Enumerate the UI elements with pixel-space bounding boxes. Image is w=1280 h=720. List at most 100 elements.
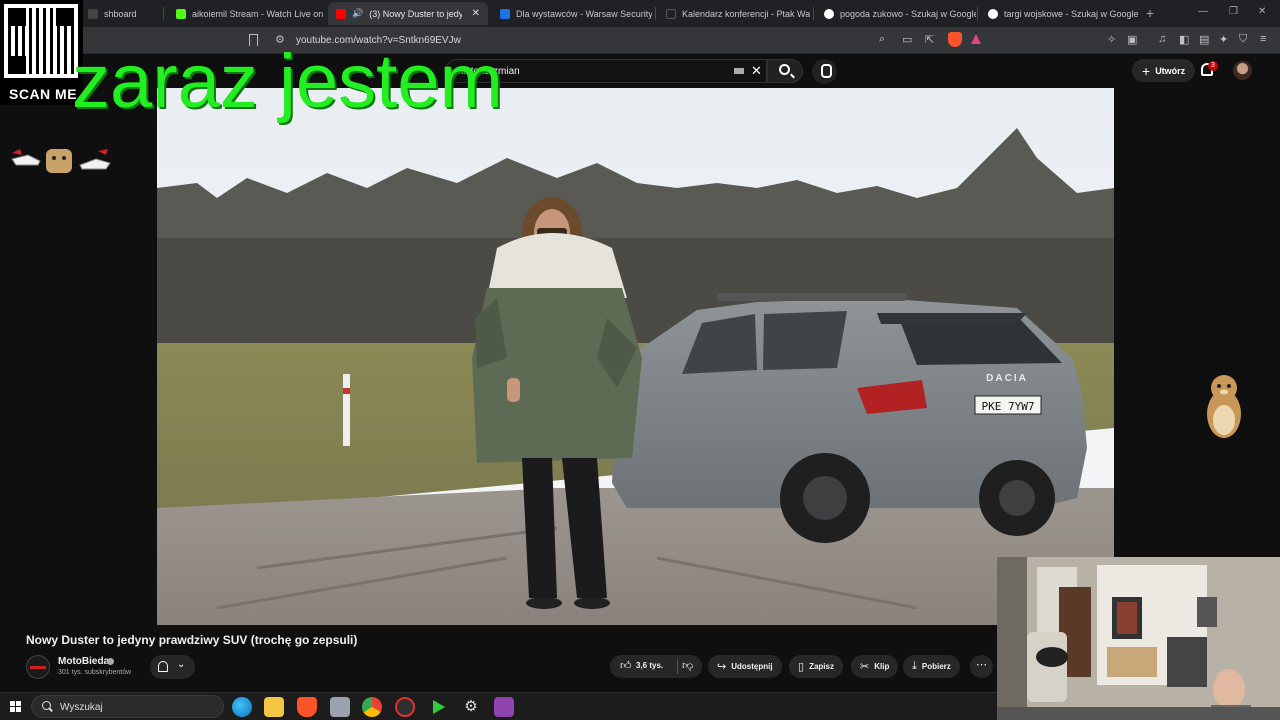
youtube-search-button[interactable] bbox=[767, 59, 803, 83]
car-badge-text: DACIA bbox=[986, 373, 1028, 384]
youtube-favicon-icon bbox=[336, 8, 346, 19]
audio-playing-icon: 🔊 bbox=[352, 8, 364, 18]
like-count[interactable]: 3,6 tys. bbox=[636, 661, 663, 670]
create-label: Utwórz bbox=[1155, 65, 1186, 76]
kick-favicon-icon bbox=[176, 8, 186, 19]
save-icon: ▯ bbox=[798, 661, 805, 673]
clear-search-icon[interactable]: ✕ bbox=[751, 63, 762, 79]
minimize-icon[interactable]: — bbox=[1198, 6, 1208, 17]
video-title: Nowy Duster to jedyny prawdziwy SUV (tro… bbox=[26, 633, 358, 647]
media-controls-icon[interactable]: ♫ bbox=[1158, 33, 1166, 45]
tab-title: aikoiemil Stream - Watch Live on Kic bbox=[192, 8, 324, 19]
search-icon bbox=[779, 64, 790, 75]
keyboard-icon[interactable] bbox=[734, 68, 744, 74]
video-frame-image: PKE 7YW7 DACIA bbox=[157, 88, 1114, 625]
download-label: Pobierz bbox=[921, 662, 951, 671]
sidebar-icon[interactable]: ◧ bbox=[1179, 33, 1189, 46]
windows-start-icon[interactable] bbox=[10, 701, 22, 713]
leo-ai-icon[interactable]: ✦ bbox=[1219, 33, 1228, 46]
share-label: Udostępnij bbox=[731, 662, 773, 671]
tab-title: targi wojskowe - Szukaj w Google bbox=[1004, 8, 1139, 19]
share-icon: ↪ bbox=[717, 661, 727, 673]
plus-icon: + bbox=[1142, 62, 1151, 79]
wallet-icon[interactable]: ▤ bbox=[1199, 33, 1209, 46]
divider bbox=[677, 659, 678, 674]
like-dislike-group: 👍︎ 3,6 tys. 👎︎ bbox=[610, 655, 702, 678]
taskbar-search-input[interactable]: Wyszukaj bbox=[31, 695, 224, 718]
hamster-sticker-icon bbox=[1207, 375, 1241, 438]
tab-title: Dla wystawców - Warsaw Security & bbox=[516, 8, 652, 19]
tab-title: shboard bbox=[104, 8, 137, 19]
more-actions-icon[interactable]: ⋯ bbox=[970, 655, 993, 678]
notepad-icon[interactable] bbox=[330, 697, 350, 717]
browser-tab-strip: shboard aikoiemil Stream - Watch Live on… bbox=[0, 0, 1280, 27]
webcam-image bbox=[997, 557, 1280, 720]
obs-icon[interactable] bbox=[395, 697, 415, 717]
file-explorer-icon[interactable] bbox=[264, 697, 284, 717]
create-button[interactable]: + Utwórz bbox=[1132, 59, 1196, 82]
clip-button[interactable]: ✂ Klip bbox=[851, 655, 899, 678]
browser-tab[interactable]: targi wojskowe - Szukaj w Google bbox=[980, 2, 1140, 25]
subscriber-count: 301 tys. subskrybentów bbox=[58, 669, 132, 676]
vpn-icon[interactable]: ⛉ bbox=[1239, 33, 1247, 46]
edge-icon[interactable] bbox=[232, 697, 252, 717]
share-page-icon[interactable]: ⇱ bbox=[925, 33, 934, 46]
ptak-favicon-icon bbox=[666, 8, 676, 19]
restore-icon[interactable]: ❐ bbox=[1229, 6, 1238, 17]
save-label: Zapisz bbox=[809, 662, 834, 671]
webcam-overlay bbox=[997, 557, 1280, 720]
play-app-icon[interactable] bbox=[428, 697, 448, 717]
account-avatar[interactable] bbox=[1233, 61, 1252, 80]
voice-search-icon[interactable] bbox=[812, 59, 837, 84]
dislike-icon[interactable]: 👎︎ bbox=[682, 659, 693, 672]
browser-tab[interactable]: Dla wystawców - Warsaw Security & bbox=[492, 2, 652, 25]
tab-title: pogoda zukowo - Szukaj w Google bbox=[840, 8, 976, 19]
screenshot-icon[interactable]: ▣ bbox=[1127, 33, 1137, 46]
save-button[interactable]: ▯ Zapisz bbox=[789, 655, 843, 678]
subscription-bell-button[interactable]: ⌄ bbox=[150, 655, 195, 679]
close-tab-icon[interactable]: ✕ bbox=[472, 8, 480, 19]
browser-tab[interactable]: pogoda zukowo - Szukaj w Google bbox=[816, 2, 976, 25]
search-icon bbox=[42, 701, 51, 710]
browser-tab[interactable]: Kalendarz konferencji - Ptak Warsaw bbox=[658, 2, 810, 25]
notification-count-badge: 3 bbox=[1208, 61, 1218, 71]
brave-shields-icon[interactable] bbox=[948, 32, 962, 47]
chrome-icon[interactable] bbox=[362, 697, 382, 717]
browser-tab[interactable]: shboard bbox=[80, 2, 162, 25]
bell-icon bbox=[158, 661, 168, 672]
qr-code-overlay: SCAN ME bbox=[0, 0, 83, 105]
dashboard-favicon-icon bbox=[88, 8, 98, 19]
close-window-icon[interactable]: ✕ bbox=[1258, 6, 1266, 17]
settings-icon[interactable]: ⚙ bbox=[461, 697, 481, 717]
stream-caption-overlay: zaraz jestem bbox=[72, 39, 503, 124]
channel-avatar[interactable] bbox=[26, 655, 50, 679]
cast-icon[interactable]: ▭ bbox=[902, 33, 912, 46]
share-button[interactable]: ↪ Udostępnij bbox=[708, 655, 782, 678]
qr-code-image bbox=[4, 4, 78, 78]
license-plate-text: PKE 7YW7 bbox=[982, 400, 1035, 413]
brave-rewards-icon[interactable] bbox=[971, 34, 981, 44]
extensions-icon[interactable]: ✧ bbox=[1107, 33, 1116, 46]
like-icon[interactable]: 👍︎ bbox=[620, 659, 632, 672]
browser-tab[interactable]: aikoiemil Stream - Watch Live on Kic bbox=[168, 2, 324, 25]
tab-title: (3) Nowy Duster to jedyny pr bbox=[369, 8, 462, 19]
download-button[interactable]: ⤓ Pobierz bbox=[903, 655, 960, 678]
stream-tool-icon[interactable] bbox=[494, 697, 514, 717]
emote-sticker-icon bbox=[11, 149, 111, 173]
new-tab-icon[interactable]: + bbox=[1146, 5, 1154, 21]
google-favicon-icon bbox=[824, 8, 834, 19]
chevron-down-icon: ⌄ bbox=[177, 659, 186, 670]
verified-icon bbox=[107, 658, 114, 665]
windows-taskbar: Wyszukaj ⚙ bbox=[0, 692, 997, 720]
video-player[interactable]: PKE 7YW7 DACIA bbox=[157, 88, 1114, 625]
tab-title: Kalendarz konferencji - Ptak Warsaw bbox=[682, 8, 810, 19]
scan-me-label: SCAN ME bbox=[9, 86, 78, 102]
scissors-icon: ✂ bbox=[860, 661, 870, 673]
menu-icon[interactable]: ≡ bbox=[1260, 33, 1266, 45]
zoom-icon[interactable]: ⌕ bbox=[879, 33, 885, 46]
google-favicon-icon bbox=[988, 8, 998, 19]
brave-icon[interactable] bbox=[297, 697, 317, 717]
browser-tab-active[interactable]: 🔊 (3) Nowy Duster to jedyny pr ✕ bbox=[328, 2, 488, 25]
channel-name[interactable]: MotoBieda bbox=[58, 656, 109, 667]
download-icon: ⤓ bbox=[912, 660, 917, 672]
